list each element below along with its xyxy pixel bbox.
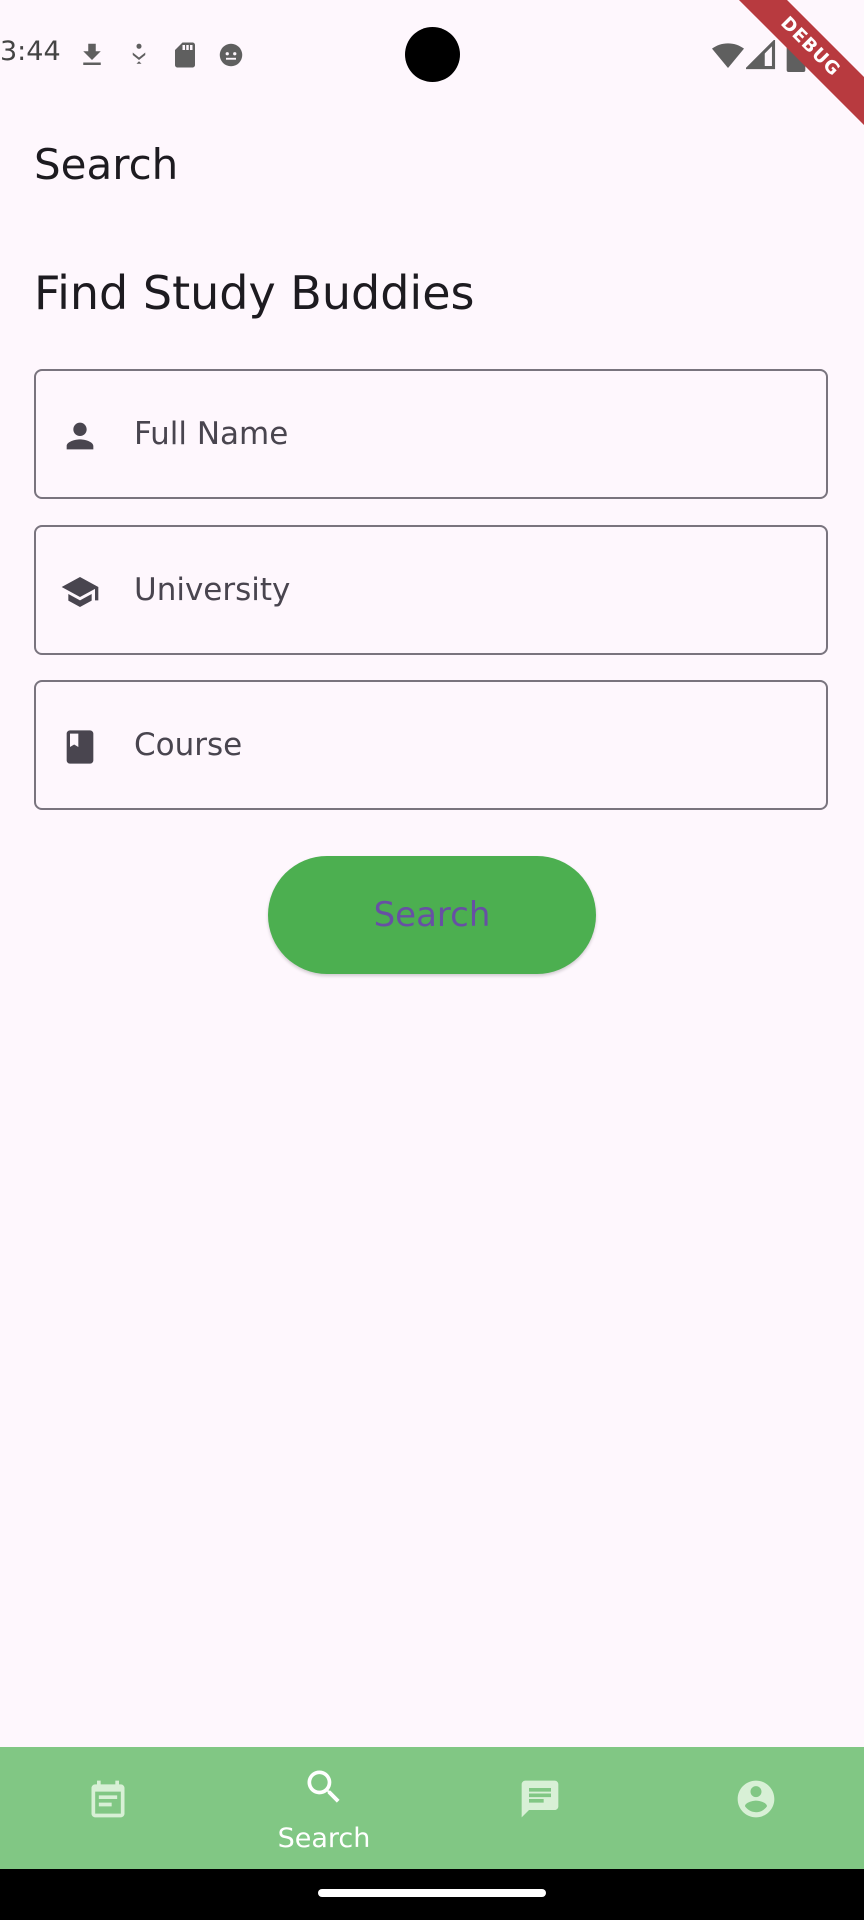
nav-label-search: Search <box>277 1823 371 1854</box>
full-name-field[interactable] <box>34 369 828 499</box>
nav-item-search[interactable]: Search <box>216 1747 432 1869</box>
nav-item-profile[interactable] <box>648 1747 864 1869</box>
course-field[interactable] <box>34 680 828 810</box>
download-icon <box>83 43 101 65</box>
home-indicator[interactable] <box>318 1889 546 1897</box>
school-icon <box>61 577 99 607</box>
university-field[interactable] <box>34 525 828 655</box>
account-circle-icon <box>737 1780 775 1818</box>
sd-card-icon <box>175 42 195 68</box>
status-bar: 3:44 <box>0 0 864 110</box>
status-time: 3:44 <box>0 36 61 67</box>
university-input[interactable] <box>134 527 794 653</box>
usb-debug-icon <box>132 43 146 64</box>
article-icon <box>91 1780 125 1818</box>
full-name-input[interactable] <box>134 371 794 497</box>
bottom-navigation-bar: Search <box>0 1747 864 1869</box>
camera-cutout <box>405 27 460 82</box>
android-icon <box>219 43 243 67</box>
course-input[interactable] <box>134 682 794 808</box>
cell-signal-icon <box>746 40 776 70</box>
wifi-icon <box>712 43 744 68</box>
chat-icon <box>521 1780 559 1818</box>
person-icon <box>66 422 94 450</box>
nav-item-feed[interactable] <box>0 1747 216 1869</box>
find-study-buddies-heading: Find Study Buddies <box>34 266 475 320</box>
search-button[interactable]: Search <box>268 856 596 974</box>
page-title: Search <box>34 140 179 189</box>
search-icon <box>307 1770 340 1803</box>
system-navigation-bar <box>0 1869 864 1920</box>
nav-item-messages[interactable] <box>432 1747 648 1869</box>
book-icon <box>66 730 94 764</box>
